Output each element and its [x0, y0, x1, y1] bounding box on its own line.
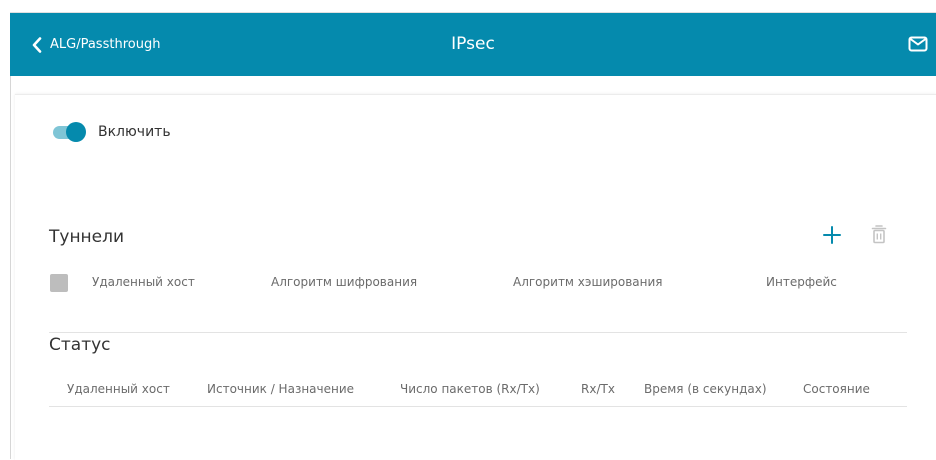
- tunnels-col-hashing: Алгоритм хэширования: [513, 275, 663, 289]
- toggle-knob: [66, 122, 86, 142]
- app-frame: ALG/Passthrough IPsec Включить Туннели У…: [0, 0, 936, 460]
- status-col-rxtx: Rx/Tx: [581, 382, 615, 396]
- enable-toggle-label: Включить: [98, 124, 171, 140]
- trash-icon: [871, 223, 887, 245]
- tunnels-divider: [49, 332, 907, 333]
- status-col-state: Состояние: [803, 382, 870, 396]
- delete-tunnel-button[interactable]: [871, 223, 887, 245]
- top-header: ALG/Passthrough IPsec: [10, 13, 936, 76]
- status-col-packets: Число пакетов (Rx/Tx): [400, 382, 540, 396]
- add-tunnel-button[interactable]: [822, 225, 842, 245]
- status-heading: Статус: [49, 335, 111, 355]
- status-col-remote-host: Удаленный хост: [67, 382, 170, 396]
- status-divider: [49, 406, 907, 407]
- status-col-source-destination: Источник / Назначение: [207, 382, 355, 396]
- tunnels-col-encryption: Алгоритм шифрования: [271, 275, 418, 289]
- tunnels-col-remote-host: Удаленный хост: [92, 275, 195, 289]
- left-border: [10, 76, 11, 459]
- plus-icon: [822, 225, 842, 245]
- tunnels-col-interface: Интерфейс: [766, 275, 837, 289]
- enable-toggle[interactable]: [51, 121, 87, 143]
- status-col-time: Время (в секундах): [644, 382, 767, 396]
- page-title: IPsec: [451, 34, 495, 54]
- select-all-checkbox[interactable]: [50, 274, 68, 292]
- tunnels-heading: Туннели: [49, 227, 125, 247]
- envelope-icon[interactable]: [908, 35, 928, 53]
- enable-toggle-row: Включить: [51, 121, 171, 143]
